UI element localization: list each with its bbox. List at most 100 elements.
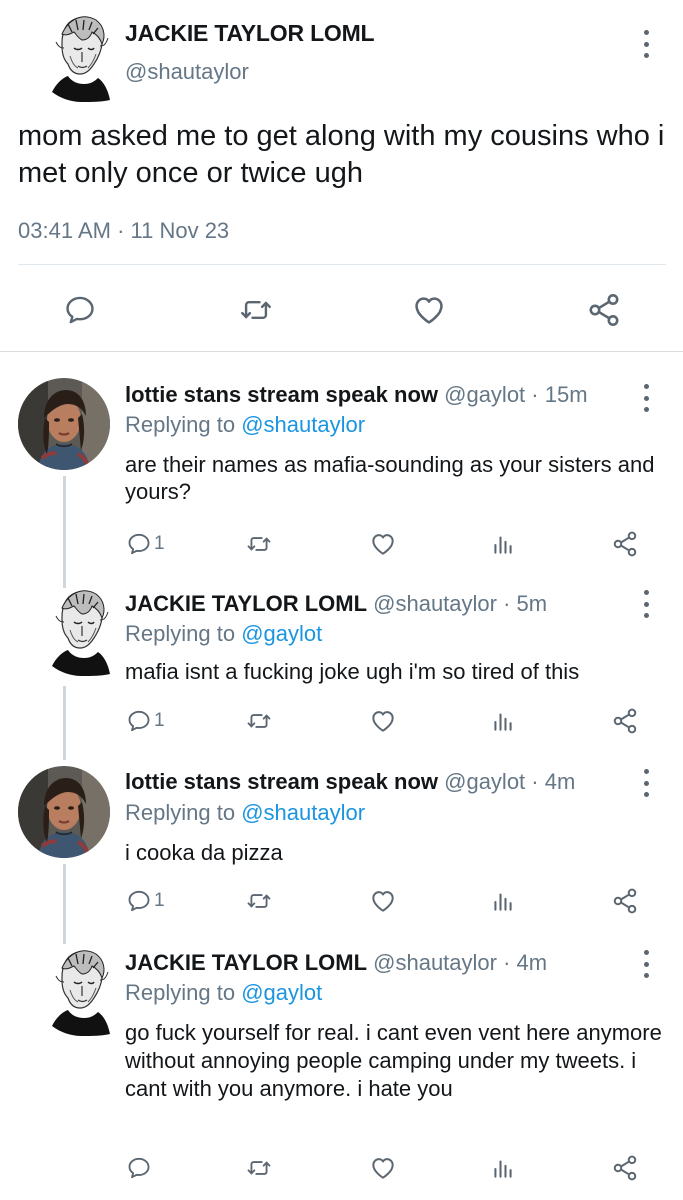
reply-tweet[interactable]: lottie stans stream speak now @gaylot · …: [0, 352, 683, 582]
author-name[interactable]: lottie stans stream speak now: [125, 382, 438, 407]
replying-to-mention[interactable]: @shautaylor: [241, 800, 365, 825]
avatar-image: [18, 378, 110, 470]
replying-to-mention[interactable]: @shautaylor: [241, 412, 365, 437]
avatar[interactable]: [18, 766, 110, 858]
replying-to: Replying to @shautaylor: [125, 800, 365, 826]
share-button[interactable]: [611, 704, 651, 738]
avatar-image: [48, 12, 116, 106]
reply-button[interactable]: [60, 290, 100, 330]
avatar[interactable]: [48, 12, 116, 106]
share-icon: [611, 887, 639, 915]
retweet-button[interactable]: [236, 290, 276, 330]
reply-button[interactable]: 1: [126, 527, 166, 561]
author-handle[interactable]: @gaylot: [444, 769, 525, 794]
thread-line: [63, 938, 66, 944]
like-button[interactable]: [369, 1151, 409, 1185]
replying-to-mention[interactable]: @gaylot: [241, 980, 322, 1005]
reply-header: JACKIE TAYLOR LOML @shautaylor · 5m: [125, 591, 547, 617]
thread-line: [63, 864, 66, 938]
retweet-button[interactable]: [245, 884, 285, 918]
reply-header: lottie stans stream speak now @gaylot · …: [125, 382, 588, 408]
retweet-icon: [245, 531, 273, 557]
share-icon: [611, 1154, 639, 1182]
more-options-icon[interactable]: [642, 384, 650, 412]
author-handle[interactable]: @shautaylor: [373, 591, 497, 616]
avatar[interactable]: [48, 946, 116, 1040]
reply-icon: [63, 293, 97, 327]
replying-to-label: Replying to: [125, 621, 242, 646]
like-icon: [411, 292, 447, 328]
reply-button[interactable]: [126, 1151, 166, 1185]
reply-count: 1: [154, 533, 165, 554]
reply-time: · 4m: [525, 769, 576, 794]
like-icon: [369, 707, 397, 735]
avatar-image: [18, 766, 110, 858]
replying-to-mention[interactable]: @gaylot: [241, 621, 322, 646]
like-button[interactable]: [369, 884, 409, 918]
avatar-image: [48, 586, 116, 680]
author-handle[interactable]: @shautaylor: [373, 950, 497, 975]
like-button[interactable]: [409, 290, 449, 330]
like-button[interactable]: [369, 704, 409, 738]
replying-to: Replying to @gaylot: [125, 621, 322, 647]
share-button[interactable]: [611, 884, 651, 918]
reply-tweet[interactable]: JACKIE TAYLOR LOML @shautaylor · 5m Repl…: [0, 582, 683, 760]
like-icon: [369, 1154, 397, 1182]
thread-line: [63, 476, 66, 582]
tweet-timestamp[interactable]: 03:41 AM · 11 Nov 23: [18, 218, 229, 244]
reply-tweet[interactable]: lottie stans stream speak now @gaylot · …: [0, 760, 683, 938]
author-handle[interactable]: @shautaylor: [125, 59, 249, 85]
reply-button[interactable]: 1: [126, 704, 166, 738]
more-options-icon[interactable]: [642, 950, 650, 978]
reply-text: go fuck yourself for real. i cant even v…: [125, 1020, 662, 1101]
avatar[interactable]: [18, 378, 110, 470]
reply-time: · 4m: [496, 950, 548, 975]
reply-icon: [126, 1155, 152, 1181]
retweet-button[interactable]: [245, 704, 285, 738]
reply-icon: [126, 888, 152, 914]
reply-count: 1: [154, 710, 165, 731]
retweet-icon: [238, 293, 274, 327]
stats-icon: [490, 708, 516, 734]
reply-button[interactable]: 1: [126, 884, 166, 918]
stats-icon: [490, 1155, 516, 1181]
avatar[interactable]: [48, 586, 116, 680]
retweet-button[interactable]: [245, 1151, 285, 1185]
more-options-icon[interactable]: [642, 769, 650, 797]
main-tweet: JACKIE TAYLOR LOML @shautaylor mom asked…: [0, 0, 683, 352]
reply-icon: [126, 531, 152, 557]
retweet-button[interactable]: [245, 527, 285, 561]
author-name[interactable]: lottie stans stream speak now: [125, 769, 438, 794]
analytics-button[interactable]: [490, 1151, 530, 1185]
tweet-text: mom asked me to get along with my cousin…: [18, 120, 665, 189]
like-button[interactable]: [369, 527, 409, 561]
replying-to-label: Replying to: [125, 800, 242, 825]
share-button[interactable]: [611, 1151, 651, 1185]
analytics-button[interactable]: [490, 884, 530, 918]
author-name[interactable]: JACKIE TAYLOR LOML: [125, 950, 367, 975]
avatar-image: [48, 946, 116, 1040]
share-button[interactable]: [584, 290, 624, 330]
stats-icon: [490, 888, 516, 914]
reply-count: 1: [154, 890, 165, 911]
retweet-icon: [245, 888, 273, 914]
reply-header: JACKIE TAYLOR LOML @shautaylor · 4m: [125, 950, 547, 976]
reply-tweet[interactable]: JACKIE TAYLOR LOML @shautaylor · 4m Repl…: [0, 938, 683, 1200]
reply-header: lottie stans stream speak now @gaylot · …: [125, 769, 575, 795]
more-options-icon[interactable]: [642, 590, 650, 618]
author-name[interactable]: JACKIE TAYLOR LOML: [125, 591, 367, 616]
thread-line: [63, 686, 66, 760]
analytics-button[interactable]: [490, 704, 530, 738]
replying-to-label: Replying to: [125, 412, 242, 437]
author-name[interactable]: JACKIE TAYLOR LOML: [125, 20, 375, 47]
share-icon: [611, 707, 639, 735]
divider: [18, 264, 666, 265]
share-icon: [586, 292, 622, 328]
like-icon: [369, 530, 397, 558]
replying-to-label: Replying to: [125, 980, 242, 1005]
stats-icon: [490, 531, 516, 557]
share-button[interactable]: [611, 527, 651, 561]
analytics-button[interactable]: [490, 527, 530, 561]
author-handle[interactable]: @gaylot: [444, 382, 525, 407]
more-options-icon[interactable]: [642, 30, 650, 58]
